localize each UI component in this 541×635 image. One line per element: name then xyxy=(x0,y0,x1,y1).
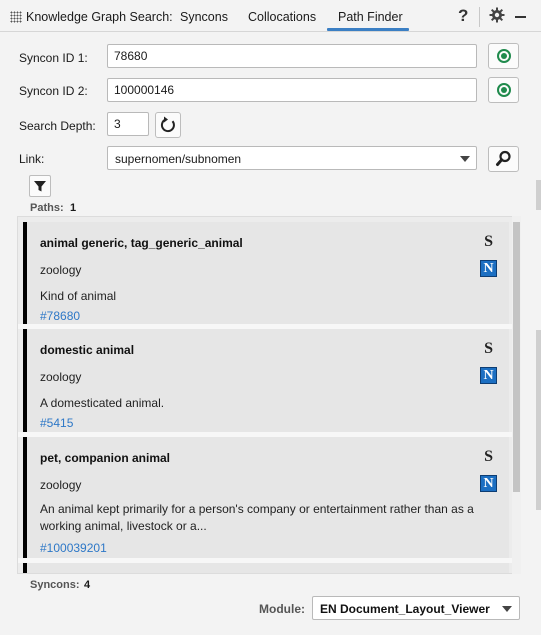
search-icon xyxy=(496,150,511,166)
paths-label: Paths: xyxy=(30,202,64,214)
syncon-id-2-label: Syncon ID 2: xyxy=(19,84,88,98)
syncon-domain: zoology xyxy=(40,478,82,492)
gear-icon[interactable] xyxy=(489,7,505,23)
list-item[interactable]: animal generic, tag_generic_animal S zoo… xyxy=(23,222,509,324)
header-divider xyxy=(479,7,480,27)
syncon-id-1-label: Syncon ID 1: xyxy=(19,51,88,65)
refresh-button[interactable] xyxy=(155,112,181,138)
results-list[interactable]: animal generic, tag_generic_animal S zoo… xyxy=(17,216,521,574)
syncon-1-select-button[interactable] xyxy=(488,43,519,69)
syncon-description: An animal kept primarily for a person's … xyxy=(40,502,474,533)
syncon-domain: zoology xyxy=(40,263,82,277)
chevron-down-icon xyxy=(502,606,512,612)
module-label: Module: xyxy=(259,602,305,616)
help-icon[interactable]: ? xyxy=(458,6,468,26)
tab-syncons[interactable]: Syncons xyxy=(180,10,228,24)
window-edge xyxy=(536,180,541,210)
list-item[interactable]: domestic animal S zoology N A domesticat… xyxy=(23,329,509,432)
syncon-id-link[interactable]: #78680 xyxy=(40,309,80,323)
syncon-domain: zoology xyxy=(40,370,82,384)
minimize-icon[interactable] xyxy=(515,16,526,18)
s-badge-icon[interactable]: S xyxy=(484,233,493,251)
panel-title: Knowledge Graph Search: xyxy=(26,10,173,24)
active-tab-indicator xyxy=(327,28,409,31)
panel-header: Knowledge Graph Search: Syncons Collocat… xyxy=(0,0,541,32)
syncon-description: Kind of animal xyxy=(40,289,117,303)
drag-grip-icon[interactable] xyxy=(10,11,22,23)
tab-collocations[interactable]: Collocations xyxy=(248,10,316,24)
syncon-2-select-button[interactable] xyxy=(488,77,519,103)
syncon-id-1-input[interactable] xyxy=(107,44,477,68)
list-item[interactable] xyxy=(23,563,509,573)
syncon-id-link[interactable]: #5415 xyxy=(40,416,73,430)
syncon-id-2-input[interactable] xyxy=(107,78,477,102)
filter-icon xyxy=(34,181,46,192)
syncon-title: domestic animal xyxy=(40,343,135,357)
s-badge-icon[interactable]: S xyxy=(484,340,493,358)
s-badge-icon[interactable]: S xyxy=(484,448,493,466)
search-depth-label: Search Depth: xyxy=(19,119,96,133)
syncons-label: Syncons: xyxy=(30,579,80,591)
tab-path-finder[interactable]: Path Finder xyxy=(338,10,403,24)
chevron-down-icon xyxy=(460,156,470,162)
link-select-value: supernomen/subnomen xyxy=(115,152,242,166)
syncon-title: animal generic, tag_generic_animal xyxy=(40,236,243,250)
filter-button[interactable] xyxy=(29,175,51,197)
paths-count: 1 xyxy=(70,202,77,214)
refresh-icon xyxy=(160,116,175,133)
syncon-id-link[interactable]: #100039201 xyxy=(40,541,107,555)
n-badge-icon[interactable]: N xyxy=(480,367,497,384)
syncon-description: A domesticated animal. xyxy=(40,396,165,410)
module-select-value: EN Document_Layout_Viewer xyxy=(320,602,490,616)
module-select[interactable]: EN Document_Layout_Viewer xyxy=(312,596,520,620)
list-item[interactable]: pet, companion animal S zoology N An ani… xyxy=(23,437,509,558)
scrollbar-thumb[interactable] xyxy=(513,222,520,492)
window-edge xyxy=(536,330,541,510)
syncons-count: 4 xyxy=(84,579,91,591)
link-label: Link: xyxy=(19,152,45,166)
link-select[interactable]: supernomen/subnomen xyxy=(107,146,477,170)
syncon-title: pet, companion animal xyxy=(40,451,171,465)
search-depth-input[interactable] xyxy=(107,112,149,136)
n-badge-icon[interactable]: N xyxy=(480,475,497,492)
results-scrollbar[interactable] xyxy=(512,216,521,574)
search-button[interactable] xyxy=(488,146,519,172)
n-badge-icon[interactable]: N xyxy=(480,260,497,277)
